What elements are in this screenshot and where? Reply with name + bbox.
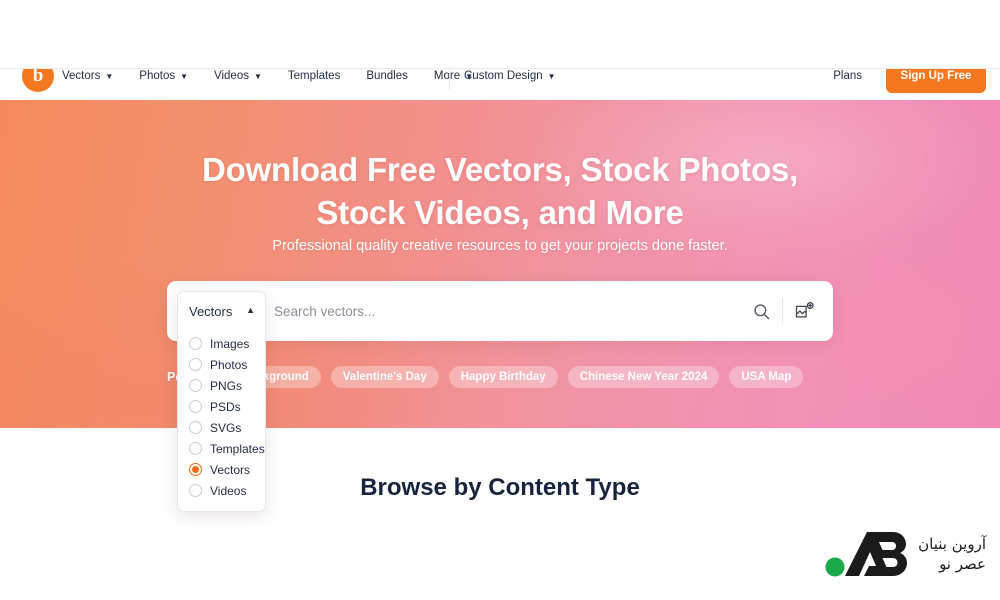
nav-item-custom-design[interactable]: Custom Design ▼ xyxy=(464,70,556,82)
green-dot-icon xyxy=(825,557,845,577)
browse-section-title: Browse by Content Type xyxy=(360,474,640,501)
watermark-line-2: عصر نو xyxy=(939,555,986,573)
dropdown-options-list: Images Photos PNGs PSDs SVGs Templates V… xyxy=(178,331,265,501)
dropdown-option-label: Images xyxy=(210,336,250,351)
dropdown-option-label: Videos xyxy=(210,483,247,498)
dropdown-option-videos[interactable]: Videos xyxy=(178,480,265,501)
page-root: Download Free Vectors, Stock Photos, Sto… xyxy=(0,0,1000,600)
watermark-line-1: آروین بنیان xyxy=(918,535,986,553)
radio-icon xyxy=(189,400,202,413)
radio-icon xyxy=(189,421,202,434)
dropdown-option-pngs[interactable]: PNGs xyxy=(178,375,265,396)
dropdown-option-label: PSDs xyxy=(210,399,241,414)
popular-tag[interactable]: Chinese New Year 2024 xyxy=(567,366,720,388)
radio-icon xyxy=(189,358,202,371)
image-search-button[interactable] xyxy=(783,281,825,341)
chevron-up-icon: ▲ xyxy=(246,305,255,315)
hero-subtitle: Professional quality creative resources … xyxy=(272,238,728,254)
nav-item-label: More xyxy=(433,70,461,82)
chevron-down-icon: ▼ xyxy=(253,71,262,81)
popular-tag[interactable]: Valentine's Day xyxy=(330,366,439,388)
nav-item-bundles[interactable]: Bundles xyxy=(366,70,408,82)
radio-selected-icon xyxy=(189,463,202,476)
nav-item-label: Custom Design xyxy=(464,70,543,82)
dropdown-option-psds[interactable]: PSDs xyxy=(178,396,265,417)
ab-monogram-icon xyxy=(825,532,908,577)
popular-searches: Popular: Background Valentine's Day Happ… xyxy=(167,365,867,389)
popular-tag[interactable]: USA Map xyxy=(729,366,804,388)
dropdown-option-templates[interactable]: Templates xyxy=(178,438,265,459)
chevron-down-icon: ▼ xyxy=(105,71,114,81)
dropdown-option-label: SVGs xyxy=(210,420,242,435)
nav-item-templates[interactable]: Templates xyxy=(288,70,340,82)
dropdown-option-label: Photos xyxy=(210,357,248,372)
dropdown-option-label: Templates xyxy=(210,441,265,456)
search-submit-button[interactable] xyxy=(740,281,782,341)
radio-icon xyxy=(189,337,202,350)
hero-title-line-2: Stock Videos, and More xyxy=(316,194,684,231)
nav-bottom-border xyxy=(0,68,1000,69)
nav-item-plans[interactable]: Plans xyxy=(833,70,862,82)
dropdown-option-images[interactable]: Images xyxy=(178,333,265,354)
search-input[interactable] xyxy=(256,281,740,341)
nav-item-vectors[interactable]: Vectors ▼ xyxy=(62,70,113,82)
image-upload-icon xyxy=(795,302,814,318)
dropdown-option-photos[interactable]: Photos xyxy=(178,354,265,375)
chevron-down-icon: ▼ xyxy=(180,71,189,81)
nav-item-photos[interactable]: Photos ▼ xyxy=(139,70,188,82)
dropdown-option-label: Vectors xyxy=(210,462,251,477)
dropdown-option-label: PNGs xyxy=(210,378,243,393)
search-bar: Vectors ▲ xyxy=(167,281,833,341)
hero-title-line-1: Download Free Vectors, Stock Photos, xyxy=(201,151,799,188)
dropdown-header[interactable]: Vectors ▲ xyxy=(178,292,265,331)
nav-item-label: Bundles xyxy=(366,70,408,82)
radio-icon xyxy=(189,442,202,455)
radio-icon xyxy=(189,484,202,497)
popular-tag[interactable]: Happy Birthday xyxy=(448,366,558,388)
watermark-logo: آروین بنیان عصر نو xyxy=(823,526,986,582)
dropdown-option-svgs[interactable]: SVGs xyxy=(178,417,265,438)
dropdown-option-vectors[interactable]: Vectors xyxy=(178,459,265,480)
watermark-text: آروین بنیان عصر نو xyxy=(918,535,986,573)
content-type-dropdown: Vectors ▲ Images Photos PNGs PSDs SVGs T… xyxy=(177,291,266,512)
nav-item-label: Photos xyxy=(139,70,176,82)
magnifier-icon xyxy=(753,303,769,319)
nav-item-label: Templates xyxy=(287,70,341,82)
dropdown-header-label: Vectors xyxy=(189,304,233,319)
nav-item-label: Videos xyxy=(214,70,249,82)
nav-item-videos[interactable]: Videos ▼ xyxy=(214,70,262,82)
radio-icon xyxy=(189,379,202,392)
chevron-down-icon: ▼ xyxy=(547,71,556,81)
nav-top-mask xyxy=(0,0,1000,68)
hero-title: Download Free Vectors, Stock Photos, Sto… xyxy=(0,148,1000,234)
nav-item-label: Vectors xyxy=(62,70,101,82)
